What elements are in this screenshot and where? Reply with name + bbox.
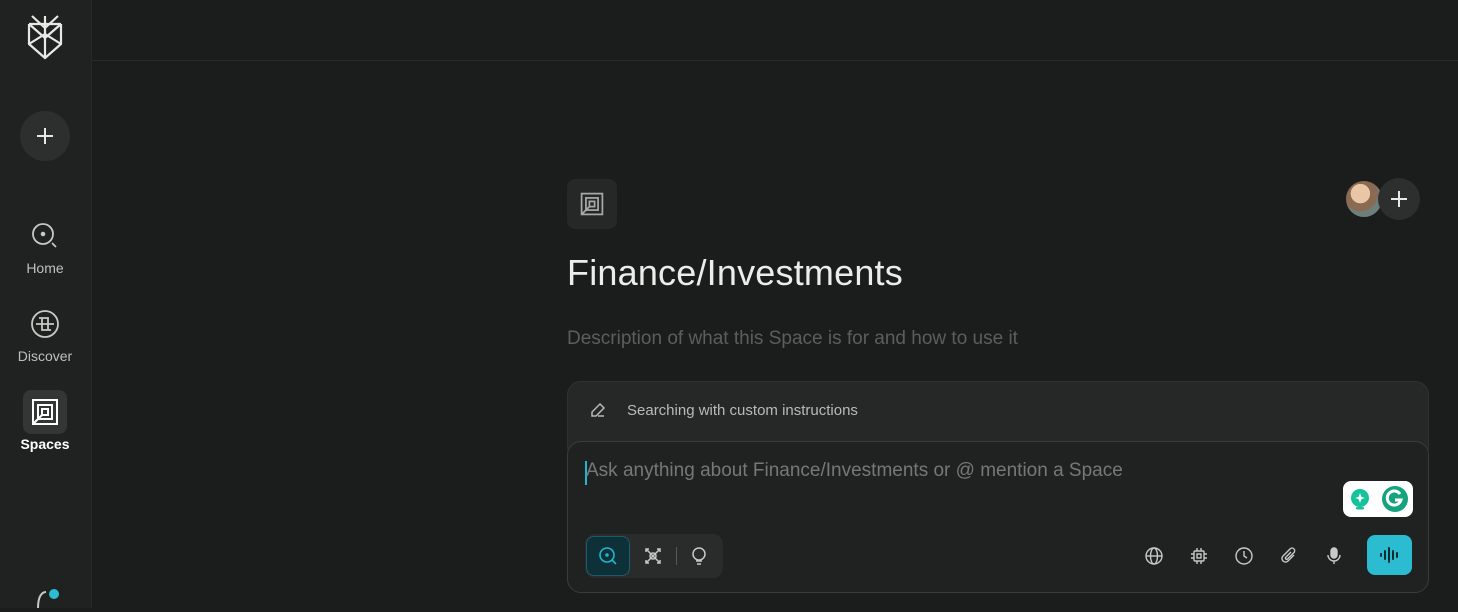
- lightbulb-icon: [692, 547, 706, 565]
- new-thread-button[interactable]: [20, 111, 70, 161]
- research-mode-button[interactable]: [631, 536, 675, 576]
- edit-icon: [590, 402, 606, 418]
- soundwave-icon: [1379, 547, 1398, 563]
- space-members: [1344, 178, 1420, 220]
- plus-icon: [37, 128, 53, 144]
- sidebar-item-label: Home: [26, 260, 64, 276]
- sidebar-item-discover[interactable]: Discover: [0, 302, 90, 364]
- space-description[interactable]: Description of what this Space is for an…: [567, 328, 1018, 350]
- search-mode-button[interactable]: [586, 536, 630, 576]
- plus-icon: [1391, 191, 1407, 207]
- ask-input[interactable]: Ask anything about Finance/Investments o…: [586, 460, 1123, 482]
- globe-icon: [1145, 547, 1163, 565]
- search-icon: [599, 547, 617, 565]
- space-emoji-icon[interactable]: [567, 179, 617, 229]
- clock-icon: [1235, 547, 1253, 565]
- sources-button[interactable]: [1143, 545, 1165, 567]
- page-title[interactable]: Finance/Investments: [567, 252, 903, 294]
- grammarly-suggestion-icon: [1350, 489, 1369, 510]
- labs-mode-button[interactable]: [677, 536, 721, 576]
- ask-input-box[interactable]: Ask anything about Finance/Investments o…: [567, 441, 1429, 593]
- spaces-icon: [23, 390, 67, 434]
- model-selector-button[interactable]: [1188, 545, 1210, 567]
- chip-icon: [1191, 548, 1207, 564]
- home-search-icon: [23, 214, 67, 258]
- sidebar-item-label: Spaces: [20, 436, 70, 452]
- microphone-icon: [1327, 547, 1341, 564]
- custom-instructions-label: Searching with custom instructions: [627, 402, 858, 419]
- attach-button[interactable]: [1278, 545, 1300, 567]
- research-icon: [645, 548, 661, 564]
- add-member-button[interactable]: [1378, 178, 1420, 220]
- voice-mode-button[interactable]: [1367, 535, 1412, 575]
- perplexity-logo-icon[interactable]: [24, 14, 66, 60]
- globe-icon: [23, 302, 67, 346]
- sidebar-item-home[interactable]: Home: [0, 214, 90, 276]
- sidebar-item-spaces[interactable]: Spaces: [0, 390, 90, 452]
- history-button[interactable]: [1233, 545, 1255, 567]
- sidebar: Home Discover Spaces: [0, 0, 92, 609]
- grammarly-icon: [1381, 486, 1408, 512]
- sidebar-item-label: Discover: [17, 348, 73, 364]
- top-bar: [91, 0, 1458, 61]
- grammarly-widget[interactable]: [1343, 481, 1413, 517]
- paperclip-icon: [1281, 547, 1296, 563]
- dictation-button[interactable]: [1323, 545, 1345, 567]
- notification-icon[interactable]: [34, 588, 59, 612]
- search-mode-group: [585, 534, 723, 578]
